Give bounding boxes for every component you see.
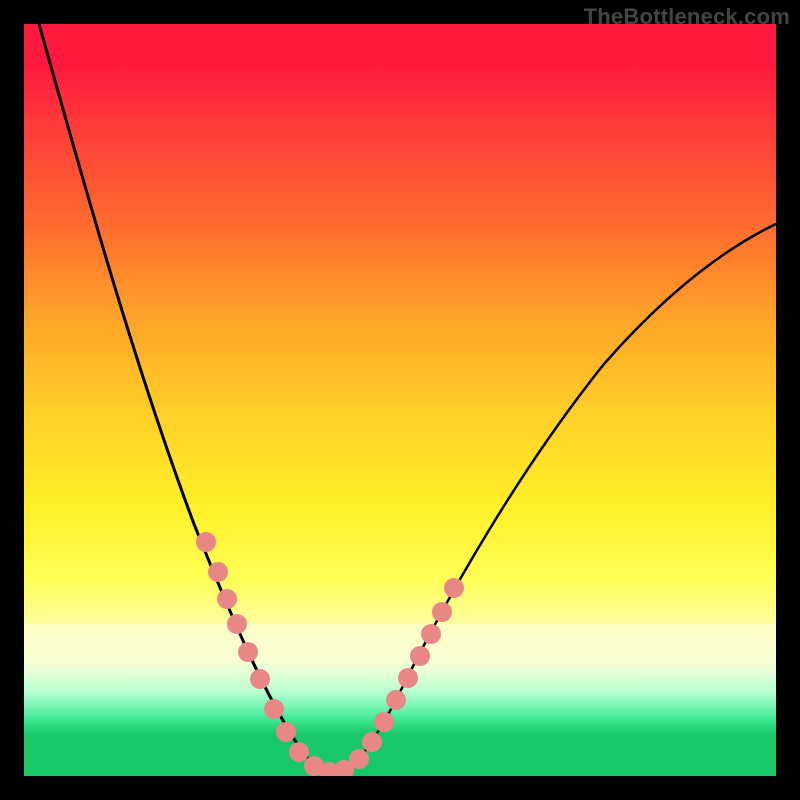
near-optimal-dots [196, 532, 464, 776]
plot-area [24, 24, 776, 776]
curve-layer [24, 24, 776, 776]
outer-frame: TheBottleneck.com [0, 0, 800, 800]
left-branch-path [39, 24, 334, 772]
watermark-text: TheBottleneck.com [584, 4, 790, 30]
right-branch-path [334, 224, 776, 772]
